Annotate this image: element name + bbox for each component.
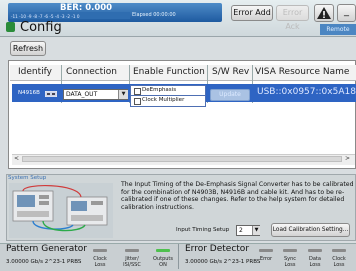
error-detector-value: 3.00000 Gb/s 2^23-1 PRBS	[185, 259, 261, 265]
chevron-down-icon[interactable]: ▼	[118, 90, 128, 99]
column-enable-function[interactable]: Enable Function	[133, 66, 205, 79]
clock-loss-label: Clock Loss	[93, 256, 107, 268]
page-title: Config	[20, 20, 62, 35]
chevron-down-icon[interactable]: ▼	[252, 226, 260, 235]
error-led	[259, 249, 273, 252]
clock-loss-led	[93, 249, 107, 252]
clock-multiplier-checkbox[interactable]	[134, 98, 141, 105]
svg-text:-11 -10 -9 -8 -7 -6 -5 -4 -3 -: -11 -10 -9 -8 -7 -6 -5 -4 -3 -2 -1 0	[11, 14, 80, 19]
error-add-button[interactable]: Error Add	[231, 5, 273, 21]
system-setup-image	[9, 183, 113, 238]
minimize-button[interactable]: _	[337, 4, 356, 22]
column-sw-rev[interactable]: S/W Rev	[212, 66, 249, 79]
column-connection[interactable]: Connection	[66, 66, 117, 79]
update-button[interactable]: Update	[210, 89, 250, 101]
config-logo-icon	[6, 22, 15, 32]
system-setup-title: System Setup	[8, 175, 47, 181]
setup-description: The Input Timing of the De-Emphasis Sign…	[121, 181, 354, 211]
column-identify[interactable]: Identify	[18, 66, 52, 79]
pattern-generator-title[interactable]: Pattern Generator	[6, 244, 87, 254]
column-visa-resource-name[interactable]: VISA Resource Name	[255, 66, 349, 79]
deemphasis-label: DeEmphasis	[142, 87, 177, 93]
scroll-thumb[interactable]	[22, 156, 342, 162]
pattern-generator-value: 3.00000 Gb/s 2^23-1 PRBS	[6, 259, 82, 265]
sync-loss-label: Sync Loss	[283, 256, 297, 268]
clock-loss-label-ed: Clock Loss	[332, 256, 346, 268]
load-calibration-button[interactable]: Load Calibration Setting...	[271, 223, 350, 237]
jitter-label: Jitter/ ISI/SSC	[123, 256, 141, 268]
clock-loss-led-ed	[332, 249, 346, 252]
error-detector-title[interactable]: Error Detector	[185, 244, 249, 254]
deemphasis-checkbox[interactable]	[134, 88, 141, 95]
elapsed-time: Elapsed 00:00:00	[132, 12, 176, 18]
data-loss-label: Data Loss	[309, 256, 321, 268]
scroll-right-icon[interactable]: >	[345, 155, 350, 162]
jitter-led	[125, 249, 139, 252]
ber-scale: -11 -10 -9 -8 -7 -6 -5 -4 -3 -2 -1 0	[10, 12, 130, 19]
remote-indicator: Remote	[320, 24, 356, 35]
device-icon	[45, 91, 57, 97]
outputs-on-led	[156, 249, 170, 252]
data-loss-led	[308, 249, 322, 252]
outputs-on-label: Outputs ON	[153, 256, 173, 268]
clock-multiplier-label: Clock Multiplier	[142, 97, 185, 103]
sync-loss-led	[283, 249, 297, 252]
warning-icon	[317, 7, 331, 19]
identify-cell[interactable]: N4916B	[18, 90, 40, 96]
error-label: Error	[259, 256, 273, 262]
error-ack-button[interactable]: Error Ack	[276, 5, 309, 31]
input-timing-label: Input Timing Setup	[176, 227, 230, 233]
visa-resource-cell[interactable]: USB::0x0957::0x5A18::0	[257, 87, 356, 97]
refresh-button[interactable]: Refresh	[10, 41, 46, 56]
status-divider	[178, 244, 179, 269]
warning-button[interactable]	[314, 4, 334, 22]
scroll-left-icon[interactable]: <	[14, 155, 19, 162]
function-divider	[131, 95, 205, 96]
